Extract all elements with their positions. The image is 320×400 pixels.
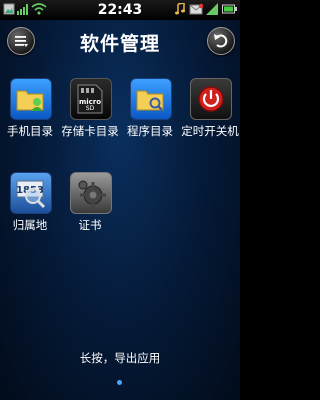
app-phone-directory[interactable]: 手机目录	[0, 78, 60, 158]
title-bar: 软件管理	[0, 20, 240, 62]
app-program-directory[interactable]: 程序目录	[120, 78, 180, 158]
page-indicator-dot	[117, 380, 122, 385]
main-screen: 软件管理 手机目录 micro SD 存储卡目录 程序目录 定时开关机 归属地 …	[0, 20, 240, 400]
page-title: 软件管理	[79, 33, 160, 55]
phone-folder-icon	[10, 78, 52, 120]
app-label: 归属地	[12, 218, 48, 232]
app-number-lookup[interactable]: 1853 归属地	[0, 172, 60, 252]
app-scheduled-power[interactable]: 定时开关机	[180, 78, 240, 158]
app-label: 手机目录	[7, 124, 53, 138]
music-icon	[175, 3, 185, 15]
app-certificate[interactable]: 证书	[60, 172, 120, 252]
app-label: 定时开关机	[181, 124, 239, 138]
app-label: 证书	[78, 218, 102, 232]
export-hint: 长按，导出应用	[79, 351, 161, 365]
battery-icon	[222, 4, 237, 14]
svg-text:SD: SD	[86, 105, 95, 112]
app-label: 存储卡目录	[61, 124, 119, 138]
status-time: 22:43	[97, 2, 143, 18]
app-sd-card-directory[interactable]: micro SD 存储卡目录	[60, 78, 120, 158]
number-lookup-icon: 1853	[10, 172, 52, 214]
email-icon	[189, 3, 203, 15]
power-icon	[190, 78, 232, 120]
status-bar: 22:43	[0, 0, 240, 20]
back-icon	[214, 34, 228, 48]
sd-card-icon: micro SD	[70, 78, 112, 120]
back-button[interactable]	[207, 27, 235, 55]
certificate-icon	[70, 172, 112, 214]
program-folder-icon	[130, 78, 172, 120]
signal-bars-icon	[206, 3, 218, 15]
app-label: 程序目录	[127, 124, 173, 138]
